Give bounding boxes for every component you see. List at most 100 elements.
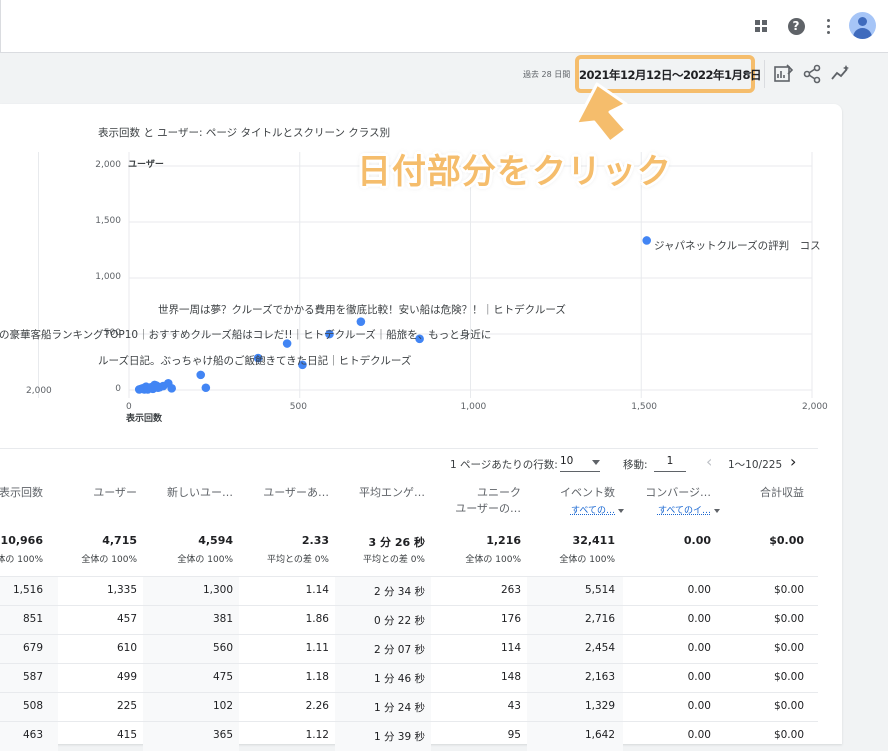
column-header[interactable]: 表示回数 <box>0 484 43 500</box>
total-value: 3 分 26 秒 <box>368 536 425 549</box>
table-cell: 0.00 <box>687 700 711 712</box>
table-cell: 499 <box>116 671 137 683</box>
scatter-point <box>201 383 211 393</box>
table-cell: 2.26 <box>305 700 329 712</box>
table-cell: 1.86 <box>305 613 329 625</box>
scatter-point <box>134 385 144 394</box>
y-tick-label: 1,000 <box>95 272 121 282</box>
table-cell: 610 <box>116 642 137 654</box>
table-cell: 263 <box>500 584 521 596</box>
table-cell: 1,642 <box>584 729 615 741</box>
column-header[interactable]: ユーザーあ… <box>263 484 329 500</box>
column-header[interactable]: ユニーク <box>477 484 521 500</box>
table-cell: 0.00 <box>687 584 711 596</box>
table-cell: 463 <box>22 729 43 741</box>
table-cell: 2,454 <box>584 642 615 654</box>
table-cell: 560 <box>212 642 233 654</box>
y-axis-label: ユーザー <box>128 160 164 170</box>
table-cell: 508 <box>22 700 43 712</box>
y-tick-label: 2,000 <box>95 160 121 170</box>
scatter-point <box>167 384 176 393</box>
x-tick-label: 2,000 <box>802 402 828 412</box>
total-value: $0.00 <box>769 534 804 547</box>
column-filter-dropdown[interactable]: すべての… <box>571 503 624 516</box>
rows-per-page-select[interactable]: 10 <box>560 455 600 472</box>
x-tick-label: 500 <box>289 402 307 412</box>
table-cell: 2,163 <box>584 671 615 683</box>
column-header[interactable]: コンバージ… <box>645 484 711 500</box>
column-header[interactable]: 新しいユー… <box>167 484 233 500</box>
label-clip: 最高の豪華客船ランキングTOP10｜おすすめクルーズ船はコレだ!!｜ヒトデクルー… <box>0 300 888 380</box>
chevron-right-icon[interactable]: › <box>790 452 796 471</box>
chevron-down-icon <box>714 508 720 513</box>
column-header[interactable]: 合計収益 <box>760 484 804 500</box>
total-subtext: 全体の 100% <box>465 555 521 565</box>
goto-page-input[interactable]: 1 <box>654 455 686 472</box>
x-tick-label: 1,000 <box>460 402 487 412</box>
x-tick-label: 0 <box>126 402 132 412</box>
table-cell: 1.12 <box>305 729 329 741</box>
point-label: ルーズ日記。ぶっちゃけ船のご飯飽きてきた日記｜ヒトデクルーズ <box>98 355 412 367</box>
x-axis-label: 表示回数 <box>126 414 163 424</box>
table-cell: 95 <box>507 729 521 741</box>
point-label: 最高の豪華客船ランキングTOP10｜おすすめクルーズ船はコレだ!!｜ヒトデクルー… <box>0 329 492 341</box>
rows-per-page-value: 10 <box>560 455 574 467</box>
chevron-left-icon[interactable]: ‹ <box>706 452 712 471</box>
column-header-line2: ユーザーの… <box>455 502 521 515</box>
table-cell: $0.00 <box>773 613 804 625</box>
y-tick-label: 1,500 <box>95 216 121 226</box>
page-range: 1〜10/225 <box>728 459 783 471</box>
table-cell: 148 <box>500 671 521 683</box>
total-subtext: 全体の 100% <box>0 555 43 565</box>
table-cell: 1 分 24 秒 <box>373 702 425 714</box>
total-value: 10,966 <box>0 534 43 547</box>
table-cell: $0.00 <box>773 584 804 596</box>
total-value: 2.33 <box>301 534 329 547</box>
total-value: 4,715 <box>102 534 137 547</box>
column-header[interactable]: イベント数 <box>560 484 615 500</box>
total-value: 1,216 <box>486 534 521 547</box>
total-subtext: 平均との差 0% <box>266 555 329 565</box>
table-cell: 851 <box>22 613 43 625</box>
table-cell: $0.00 <box>773 700 804 712</box>
y-tick-label: 0 <box>115 384 121 394</box>
callout-arrow <box>574 82 628 144</box>
total-value: 4,594 <box>198 534 233 547</box>
table-cell: 114 <box>500 642 521 654</box>
table-cell: 2 分 34 秒 <box>373 586 425 598</box>
column-filter-dropdown[interactable]: すべてのイ… <box>658 503 720 516</box>
table-cell: 0 分 22 秒 <box>373 615 425 627</box>
table-cell: 0.00 <box>687 642 711 654</box>
x-tick-label: 1,500 <box>631 402 658 412</box>
table-cell: 1.18 <box>305 671 329 683</box>
scatter-point <box>153 383 163 393</box>
table-cell: 0.00 <box>687 613 711 625</box>
table-cell: 679 <box>22 642 43 654</box>
table-cell: 2,716 <box>584 613 615 625</box>
table-cell: 457 <box>116 613 137 625</box>
table-cell: $0.00 <box>773 729 804 741</box>
total-value: 32,411 <box>572 534 615 547</box>
table-cell: 1,335 <box>106 584 137 596</box>
total-subtext: 全体の 100% <box>177 555 233 565</box>
chevron-down-icon <box>592 460 600 465</box>
table-cell: 5,514 <box>584 584 615 596</box>
table-cell: 176 <box>500 613 521 625</box>
table-cell: 2 分 07 秒 <box>373 644 425 656</box>
table-cell: 0.00 <box>687 729 711 741</box>
table-cell: 415 <box>116 729 137 741</box>
table-cell: 102 <box>212 700 233 712</box>
column-header[interactable]: ユーザー <box>93 484 137 500</box>
point-label: ジャパネットクルーズの評判 コス <box>654 240 821 252</box>
table-cell: 1,516 <box>12 584 43 596</box>
table-cell: 1,300 <box>202 584 233 596</box>
table-cell: 225 <box>116 700 137 712</box>
column-header[interactable]: 平均エンゲ… <box>359 484 425 500</box>
total-subtext: 全体の 100% <box>559 555 615 565</box>
table-cell: 1.11 <box>305 642 329 654</box>
total-value: 0.00 <box>683 534 711 547</box>
table-cell: $0.00 <box>773 671 804 683</box>
chevron-down-icon <box>618 508 624 513</box>
table-cell: 1.14 <box>305 584 329 596</box>
rows-per-page-label: 1 ページあたりの行数: <box>450 459 558 471</box>
